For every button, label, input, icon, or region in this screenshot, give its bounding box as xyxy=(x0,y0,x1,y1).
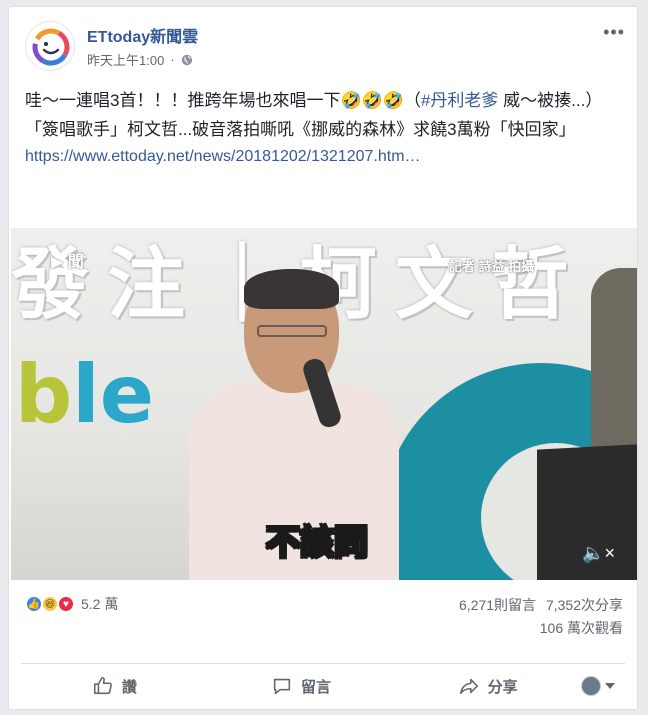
action-bar: 讚 留言 分享 xyxy=(21,664,625,708)
post-text-line1: 哇～一連唱3首！！！推跨年場也來唱一下🤣🤣🤣（#丹利老爹 威～被揍...） xyxy=(25,87,623,114)
love-reaction-icon: ♥ xyxy=(57,595,75,613)
speaker-glasses xyxy=(257,325,327,337)
post-meta: 昨天上午1:00 · xyxy=(87,50,193,69)
speaker-muted-icon[interactable]: 🔈× xyxy=(582,543,615,564)
share-label: 分享 xyxy=(487,678,518,696)
thumbs-up-icon xyxy=(93,676,112,695)
share-arrow-icon xyxy=(459,678,478,695)
share-count[interactable]: 7,352次分享 xyxy=(546,597,623,613)
reaction-count[interactable]: 5.2 萬 xyxy=(81,594,118,614)
video-brand-text: ble xyxy=(15,348,154,441)
post-card: ETtoday新聞雲 昨天上午1:00 · ••• 哇～一連唱3首！！！推跨年場… xyxy=(8,6,638,710)
more-options-icon[interactable]: ••• xyxy=(603,23,625,41)
globe-icon xyxy=(181,54,192,65)
post-text-part: 威～被揍...） xyxy=(498,91,603,110)
post-as-selector[interactable] xyxy=(581,676,625,696)
comment-label: 留言 xyxy=(301,678,332,696)
reactions-summary[interactable]: 👍 😆 ♥ 5.2 萬 xyxy=(25,594,118,614)
chevron-down-icon xyxy=(605,683,616,689)
post-text-part: 哇～一連唱3首！！！推跨年場也來唱一下🤣🤣🤣（ xyxy=(25,91,421,110)
share-button[interactable]: 分享 xyxy=(394,675,581,697)
video-credit: 記者 詩益 拍攝 xyxy=(449,259,535,274)
post-body: 哇～一連唱3首！！！推跨年場也來唱一下🤣🤣🤣（#丹利老爹 威～被揍...） 「簽… xyxy=(25,87,623,170)
post-header: ETtoday新聞雲 昨天上午1:00 · ••• xyxy=(25,21,624,73)
post-stats: 👍 😆 ♥ 5.2 萬 6,271則留言 7,352次分享 106 萬次觀看 xyxy=(25,594,623,638)
comment-bubble-icon xyxy=(273,678,291,695)
comment-button[interactable]: 留言 xyxy=(208,675,395,697)
article-link[interactable]: https://www.ettoday.net/news/20181202/13… xyxy=(25,143,623,170)
ettoday-logo-icon xyxy=(32,28,70,66)
video-caption: 不該問 xyxy=(265,522,369,564)
comment-count[interactable]: 6,271則留言 xyxy=(459,597,536,613)
post-text-line2: 「簽唱歌手」柯文哲...破音落拍嘶吼《挪威的森林》求饒3萬粉「快回家」 xyxy=(25,120,576,139)
page-avatar[interactable] xyxy=(25,21,75,71)
sep: · xyxy=(170,52,175,67)
like-button[interactable]: 讚 xyxy=(21,675,208,697)
like-label: 讚 xyxy=(121,678,137,696)
page-name-link[interactable]: ETtoday新聞雲 xyxy=(87,23,198,47)
video-player[interactable]: 發注｜柯文哲 ble ▶ 聞 記者 詩益 拍攝 不該問 🔈× xyxy=(11,228,637,580)
hashtag-link[interactable]: #丹利老爹 xyxy=(421,91,498,110)
view-count: 106 萬次觀看 xyxy=(539,620,623,636)
user-avatar xyxy=(581,676,602,696)
engagement-counts: 6,271則留言 7,352次分享 106 萬次觀看 xyxy=(459,594,623,640)
speaker-hair xyxy=(244,269,339,309)
post-timestamp[interactable]: 昨天上午1:00 xyxy=(87,50,164,69)
video-watermark: ▶ 聞 xyxy=(51,254,84,271)
